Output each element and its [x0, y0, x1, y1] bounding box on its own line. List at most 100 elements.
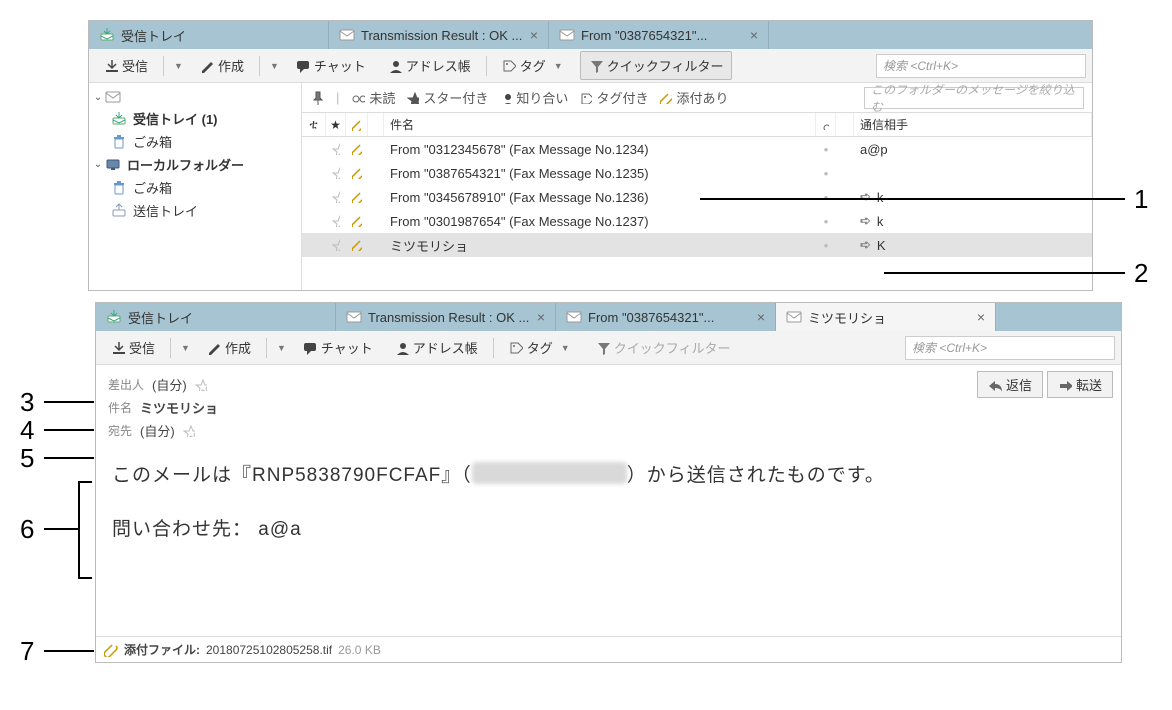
- tab-from-msg[interactable]: From "0387654321"... ×: [556, 303, 776, 331]
- tabstrip: 受信トレイ Transmission Result : OK ... × Fro…: [96, 303, 1121, 331]
- star-icon[interactable]: [326, 209, 346, 233]
- col-star[interactable]: ★: [326, 113, 346, 136]
- folder-label: 受信トレイ (1): [133, 109, 218, 128]
- twisty-icon[interactable]: ⌄: [93, 92, 103, 103]
- label: 転送: [1076, 375, 1102, 394]
- close-icon[interactable]: ×: [757, 309, 765, 325]
- row-subject: From "0312345678" (Fax Message No.1234): [384, 137, 816, 161]
- message-row[interactable]: From "0387654321" (Fax Message No.1235)●: [302, 161, 1092, 185]
- folder-label: ごみ箱: [133, 132, 172, 151]
- chat-button[interactable]: チャット: [287, 51, 375, 80]
- message-row[interactable]: From "0301987654" (Fax Message No.1237)●…: [302, 209, 1092, 233]
- star-icon[interactable]: [326, 185, 346, 209]
- callout-7: 7: [20, 636, 34, 667]
- filter-unread[interactable]: 未読: [351, 88, 395, 107]
- quickfilter-button[interactable]: クイックフィルター: [580, 51, 733, 80]
- filter-attachment[interactable]: 添付あり: [660, 88, 728, 107]
- tag-button[interactable]: タグ▼: [500, 333, 583, 362]
- forward-button[interactable]: 転送: [1047, 371, 1113, 398]
- callout-line: [884, 272, 1125, 274]
- field-label: 差出人: [108, 376, 144, 393]
- callout-5: 5: [20, 443, 34, 474]
- row-subject: From "0301987654" (Fax Message No.1237): [384, 209, 816, 233]
- message-row[interactable]: From "0345678910" (Fax Message No.1236)●…: [302, 185, 1092, 209]
- folder-pane: ⌄ 受信トレイ (1) ごみ箱 ⌄ローカルフォルダー ごみ箱 送信トレイ: [89, 83, 302, 290]
- envelope-icon: [339, 27, 355, 43]
- callout-line: [44, 401, 94, 403]
- attachment-bar[interactable]: 添付ファイル: 20180725102805258.tif 26.0 KB: [96, 636, 1121, 662]
- row-subject: From "0345678910" (Fax Message No.1236): [384, 185, 816, 209]
- reply-button[interactable]: 返信: [977, 371, 1043, 398]
- tab-inbox[interactable]: 受信トレイ: [89, 21, 329, 49]
- attachment-icon: [346, 209, 368, 233]
- addressbook-button[interactable]: アドレス帳: [386, 333, 487, 362]
- compose-button[interactable]: 作成: [191, 51, 253, 80]
- folder-trash-local[interactable]: ごみ箱: [89, 176, 301, 199]
- callout-bracket: [78, 481, 92, 579]
- tab-transmission[interactable]: Transmission Result : OK ... ×: [336, 303, 556, 331]
- label: チャット: [314, 56, 366, 75]
- message-row[interactable]: ミツモリショ●➪K: [302, 233, 1092, 257]
- col-attachment[interactable]: [346, 113, 368, 136]
- envelope-icon: [786, 309, 802, 325]
- account-local[interactable]: ⌄ローカルフォルダー: [89, 153, 301, 176]
- chat-button[interactable]: チャット: [294, 333, 382, 362]
- col-read[interactable]: [816, 113, 836, 136]
- filter-search-input[interactable]: このフォルダーのメッセージを絞り込む: [864, 87, 1084, 109]
- tab-label: Transmission Result : OK ...: [368, 310, 529, 325]
- callout-line: [44, 457, 94, 459]
- attachment-filename[interactable]: 20180725102805258.tif: [206, 643, 332, 657]
- tab-transmission[interactable]: Transmission Result : OK ... ×: [329, 21, 549, 49]
- message-row[interactable]: From "0312345678" (Fax Message No.1234)●…: [302, 137, 1092, 161]
- attachment-label: 添付ファイル:: [124, 641, 200, 658]
- star-icon[interactable]: [195, 379, 207, 391]
- callout-line: [44, 429, 94, 431]
- attachment-icon: [346, 185, 368, 209]
- star-icon[interactable]: [326, 233, 346, 257]
- pin-icon[interactable]: [310, 91, 324, 105]
- search-input[interactable]: 検索 <Ctrl+K>: [905, 336, 1115, 360]
- tab-from-msg[interactable]: From "0387654321"... ×: [549, 21, 769, 49]
- outgoing-icon: ➪: [860, 213, 871, 229]
- receive-button[interactable]: 受信: [95, 51, 157, 80]
- folder-outbox[interactable]: 送信トレイ: [89, 199, 301, 222]
- label: 作成: [225, 338, 251, 357]
- row-subject: From "0387654321" (Fax Message No.1235): [384, 161, 816, 185]
- star-icon[interactable]: [326, 161, 346, 185]
- star-icon[interactable]: [326, 137, 346, 161]
- envelope-icon: [566, 309, 582, 325]
- dropdown-icon[interactable]: ▼: [170, 61, 187, 71]
- star-icon[interactable]: [183, 425, 195, 437]
- tab-inbox[interactable]: 受信トレイ: [96, 303, 336, 331]
- folder-inbox[interactable]: 受信トレイ (1): [89, 107, 301, 130]
- field-value: (自分): [152, 375, 187, 394]
- addressbook-button[interactable]: アドレス帳: [379, 51, 480, 80]
- filter-starred[interactable]: スター付き: [407, 88, 488, 107]
- dropdown-icon[interactable]: ▼: [177, 343, 194, 353]
- dropdown-icon[interactable]: ▼: [266, 61, 283, 71]
- col-correspondent[interactable]: 通信相手: [854, 113, 1092, 136]
- account-row[interactable]: ⌄: [89, 87, 301, 107]
- close-icon[interactable]: ×: [977, 309, 985, 325]
- twisty-icon[interactable]: ⌄: [93, 159, 103, 170]
- body-line-2: 問い合わせ先： a@a: [112, 510, 1105, 550]
- col-subject[interactable]: 件名: [384, 113, 816, 136]
- filter-tagged[interactable]: タグ付き: [580, 88, 648, 107]
- receive-button[interactable]: 受信: [102, 333, 164, 362]
- compose-button[interactable]: 作成: [198, 333, 260, 362]
- close-icon[interactable]: ×: [537, 309, 545, 325]
- filter-contact[interactable]: 知り合い: [500, 88, 568, 107]
- tag-button[interactable]: タグ▼: [493, 51, 576, 80]
- close-icon[interactable]: ×: [750, 27, 758, 43]
- envelope-icon: [346, 309, 362, 325]
- header-to: 宛先(自分): [108, 419, 1109, 442]
- close-icon[interactable]: ×: [530, 27, 538, 43]
- folder-trash[interactable]: ごみ箱: [89, 130, 301, 153]
- row-correspondent: ➪k: [854, 209, 1092, 233]
- tab-mitsumorisho[interactable]: ミツモリショ ×: [776, 303, 996, 331]
- search-input[interactable]: 検索 <Ctrl+K>: [876, 54, 1086, 78]
- label: 添付あり: [676, 88, 728, 107]
- col-thread[interactable]: ቲ: [302, 113, 326, 136]
- dropdown-icon[interactable]: ▼: [273, 343, 290, 353]
- label: タグ: [520, 56, 546, 75]
